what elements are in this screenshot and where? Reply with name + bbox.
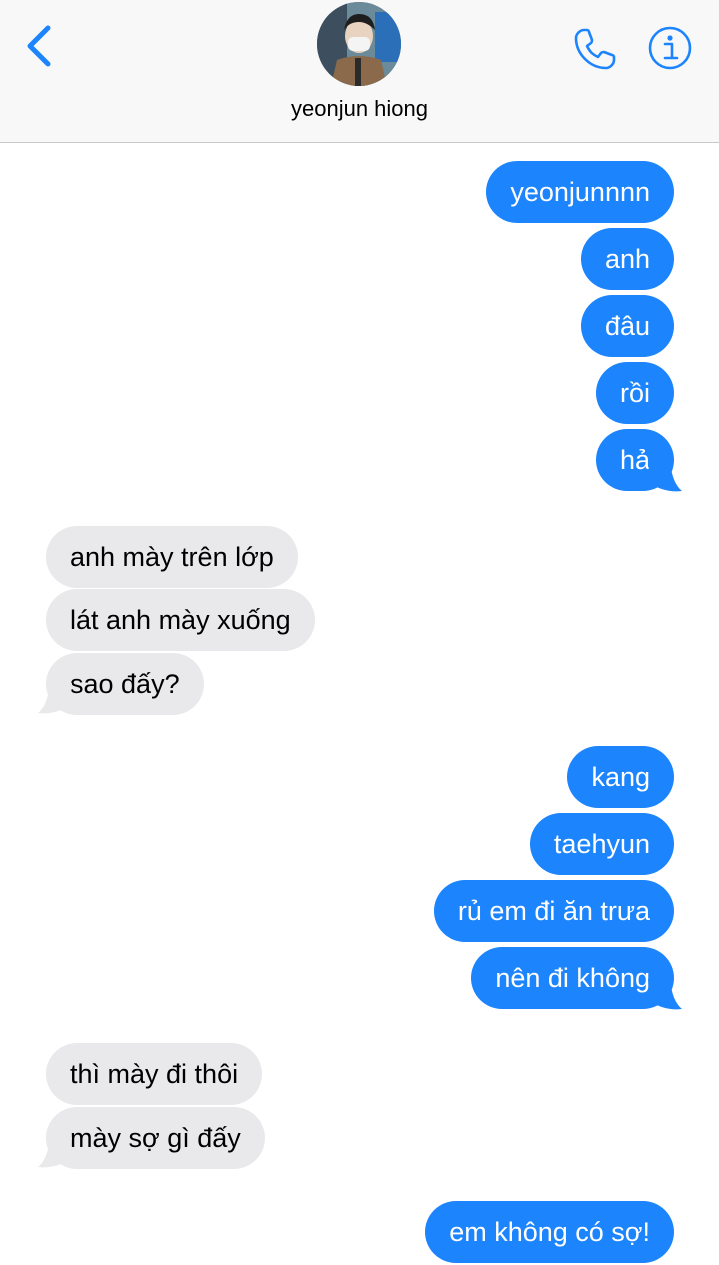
message-bubble-sent[interactable]: kang <box>567 746 674 808</box>
avatar[interactable] <box>317 2 401 86</box>
message-bubble-sent[interactable]: rủ em đi ăn trưa <box>433 880 674 942</box>
message-bubble-sent[interactable]: em không có sợ! <box>425 1201 674 1263</box>
sent-bubble-tail <box>648 461 682 492</box>
call-button[interactable] <box>570 24 620 74</box>
back-button[interactable] <box>22 24 62 68</box>
message-bubble-sent[interactable]: yeonjunnnn <box>486 161 674 223</box>
message-bubble-received[interactable]: anh mày trên lớp <box>46 526 298 588</box>
message-bubble-received[interactable]: mày sợ gì đấy <box>46 1107 265 1169</box>
message-bubble-received[interactable]: lát anh mày xuống <box>46 589 315 651</box>
avatar-photo <box>317 2 401 86</box>
conversation-header: yeonjun hiong <box>0 0 719 143</box>
contact-name[interactable]: yeonjun hiong <box>0 96 719 122</box>
received-bubble-tail <box>38 683 72 714</box>
received-bubble-tail <box>38 1137 72 1168</box>
message-bubble-sent[interactable]: taehyun <box>529 813 674 875</box>
message-bubble-sent[interactable]: anh <box>580 228 674 290</box>
info-button[interactable] <box>646 24 694 72</box>
phone-icon <box>574 28 616 70</box>
message-bubble-received[interactable]: thì mày đi thôi <box>46 1043 263 1105</box>
message-bubble-sent[interactable]: rồi <box>595 362 674 424</box>
sent-bubble-tail <box>648 979 682 1010</box>
chevron-left-icon <box>27 25 51 67</box>
message-bubble-sent[interactable]: nên đi không <box>471 947 674 1009</box>
message-thread[interactable]: yeonjunnnn anh đâu rồi hả anh mày trên l… <box>0 143 719 1265</box>
info-icon <box>648 26 692 70</box>
message-bubble-sent[interactable]: đâu <box>580 295 674 357</box>
